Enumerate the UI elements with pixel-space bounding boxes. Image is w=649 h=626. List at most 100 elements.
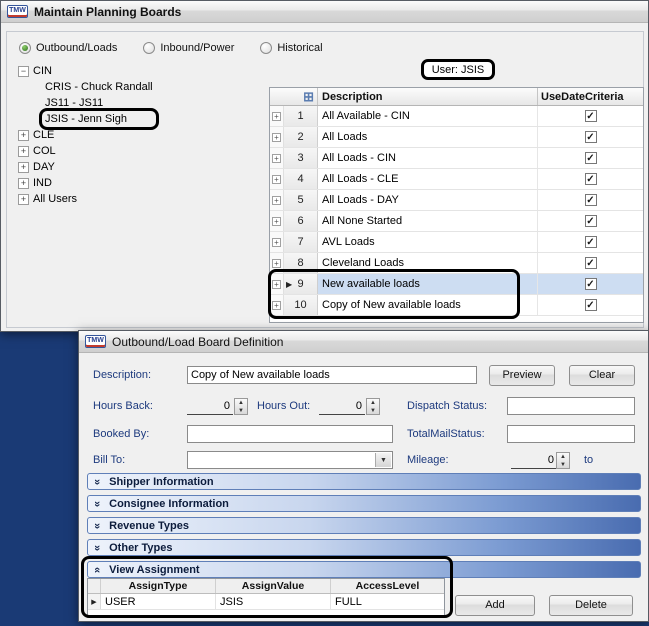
board-description-cell[interactable]: All Loads - CLE — [318, 169, 538, 189]
tree-item-js11-js11[interactable]: JS11 - JS11 — [13, 95, 263, 111]
spin-down-icon[interactable]: ▼ — [557, 461, 569, 469]
row-expand-cell[interactable]: + — [270, 232, 284, 252]
row-expand-icon[interactable]: + — [272, 175, 281, 184]
expand-section-icon[interactable]: » — [91, 544, 103, 550]
hours-out-spinner[interactable]: ▲▼ — [366, 398, 380, 415]
row-expand-icon[interactable]: + — [272, 301, 281, 310]
column-header-usedatecriteria[interactable]: UseDateCriteria — [538, 88, 643, 105]
description-input[interactable] — [187, 366, 477, 384]
radio-historical[interactable]: Historical — [260, 42, 322, 54]
column-header-description[interactable]: Description — [318, 88, 538, 105]
delete-button[interactable]: Delete — [549, 595, 633, 616]
tree-item-col[interactable]: +COL — [13, 143, 263, 159]
add-button[interactable]: Add — [455, 595, 535, 616]
column-header-accesslevel[interactable]: AccessLevel — [331, 579, 444, 593]
radio-outbound-loads[interactable]: Outbound/Loads — [19, 42, 117, 54]
hours-back-input[interactable] — [187, 398, 233, 415]
board-row-6[interactable]: +6All None Started✓ — [270, 211, 643, 232]
dispatch-status-input[interactable] — [507, 397, 635, 415]
board-description-cell[interactable]: All Loads — [318, 127, 538, 147]
board-description-cell[interactable]: All Available - CIN — [318, 106, 538, 126]
use-date-checkbox[interactable]: ✓ — [585, 173, 597, 185]
tree-item-cin[interactable]: −CIN — [13, 63, 263, 79]
section-other-types[interactable]: »Other Types — [87, 539, 641, 556]
row-expand-cell[interactable]: + — [270, 274, 284, 294]
expand-icon[interactable]: + — [18, 178, 29, 189]
preview-button[interactable]: Preview — [489, 365, 555, 386]
hours-out-input[interactable] — [319, 398, 365, 415]
row-expand-icon[interactable]: + — [272, 259, 281, 268]
expand-icon[interactable]: + — [18, 146, 29, 157]
board-description-cell[interactable]: Copy of New available loads — [318, 295, 538, 315]
tree-item-cle[interactable]: +CLE — [13, 127, 263, 143]
expand-icon[interactable]: + — [18, 162, 29, 173]
row-expand-cell[interactable]: + — [270, 127, 284, 147]
board-row-8[interactable]: +8Cleveland Loads✓ — [270, 253, 643, 274]
booked-by-input[interactable] — [187, 425, 393, 443]
board-description-cell[interactable]: Cleveland Loads — [318, 253, 538, 273]
tree-item-cris-chuck-randall[interactable]: CRIS - Chuck Randall — [13, 79, 263, 95]
combo-dropdown-icon[interactable]: ▼ — [375, 453, 391, 467]
spin-up-icon[interactable]: ▲ — [367, 399, 379, 407]
board-row-9[interactable]: +▶9New available loads✓ — [270, 274, 643, 295]
hours-back-spinner[interactable]: ▲▼ — [234, 398, 248, 415]
assign-value-cell[interactable]: JSIS — [216, 594, 331, 609]
row-expand-cell[interactable]: + — [270, 169, 284, 189]
board-description-cell[interactable]: New available loads — [318, 274, 538, 294]
row-expand-icon[interactable]: + — [272, 280, 281, 289]
section-view-assignment[interactable]: «View Assignment — [87, 561, 641, 578]
use-date-checkbox[interactable]: ✓ — [585, 131, 597, 143]
row-expand-cell[interactable]: + — [270, 295, 284, 315]
column-header-assignvalue[interactable]: AssignValue — [216, 579, 331, 593]
radio-inbound-power[interactable]: Inbound/Power — [143, 42, 234, 54]
collapse-icon[interactable]: − — [18, 66, 29, 77]
expand-section-icon[interactable]: » — [91, 500, 103, 506]
row-expand-cell[interactable]: + — [270, 211, 284, 231]
row-expand-icon[interactable]: + — [272, 217, 281, 226]
board-description-cell[interactable]: All Loads - DAY — [318, 190, 538, 210]
assignment-row[interactable]: ▶USERJSISFULL — [88, 594, 444, 610]
use-date-checkbox[interactable]: ✓ — [585, 299, 597, 311]
total-mail-status-input[interactable] — [507, 425, 635, 443]
mileage-input[interactable] — [511, 452, 557, 469]
row-expand-icon[interactable]: + — [272, 196, 281, 205]
assign-type-cell[interactable]: USER — [101, 594, 216, 609]
use-date-checkbox[interactable]: ✓ — [585, 257, 597, 269]
tree-item-day[interactable]: +DAY — [13, 159, 263, 175]
expand-icon[interactable]: + — [18, 130, 29, 141]
main-window-titlebar[interactable]: TMW Maintain Planning Boards — [1, 1, 648, 23]
section-shipper-information[interactable]: »Shipper Information — [87, 473, 641, 490]
use-date-checkbox[interactable]: ✓ — [585, 152, 597, 164]
row-expand-icon[interactable]: + — [272, 238, 281, 247]
board-row-2[interactable]: +2All Loads✓ — [270, 127, 643, 148]
expand-section-icon[interactable]: » — [91, 522, 103, 528]
mileage-spinner[interactable]: ▲▼ — [556, 452, 570, 469]
board-description-cell[interactable]: All Loads - CIN — [318, 148, 538, 168]
collapse-section-icon[interactable]: « — [91, 566, 103, 572]
use-date-checkbox[interactable]: ✓ — [585, 236, 597, 248]
row-expand-cell[interactable]: + — [270, 253, 284, 273]
column-header-assigntype[interactable]: AssignType — [101, 579, 216, 593]
grid-corner-cell[interactable]: ⊞ — [270, 88, 318, 105]
use-date-checkbox[interactable]: ✓ — [585, 278, 597, 290]
spin-up-icon[interactable]: ▲ — [557, 453, 569, 461]
board-row-3[interactable]: +3All Loads - CIN✓ — [270, 148, 643, 169]
expand-section-icon[interactable]: » — [91, 478, 103, 484]
row-expand-cell[interactable]: + — [270, 106, 284, 126]
use-date-checkbox[interactable]: ✓ — [585, 215, 597, 227]
section-consignee-information[interactable]: »Consignee Information — [87, 495, 641, 512]
row-expand-icon[interactable]: + — [272, 112, 281, 121]
dialog-titlebar[interactable]: TMW Outbound/Load Board Definition — [79, 331, 648, 353]
use-date-checkbox[interactable]: ✓ — [585, 110, 597, 122]
spin-down-icon[interactable]: ▼ — [367, 407, 379, 415]
section-revenue-types[interactable]: »Revenue Types — [87, 517, 641, 534]
row-expand-cell[interactable]: + — [270, 190, 284, 210]
row-expand-cell[interactable]: + — [270, 148, 284, 168]
tree-item-all-users[interactable]: +All Users — [13, 191, 263, 207]
board-row-7[interactable]: +7AVL Loads✓ — [270, 232, 643, 253]
spin-up-icon[interactable]: ▲ — [235, 399, 247, 407]
board-row-10[interactable]: +10Copy of New available loads✓ — [270, 295, 643, 316]
expand-icon[interactable]: + — [18, 194, 29, 205]
clear-button[interactable]: Clear — [569, 365, 635, 386]
row-expand-icon[interactable]: + — [272, 133, 281, 142]
